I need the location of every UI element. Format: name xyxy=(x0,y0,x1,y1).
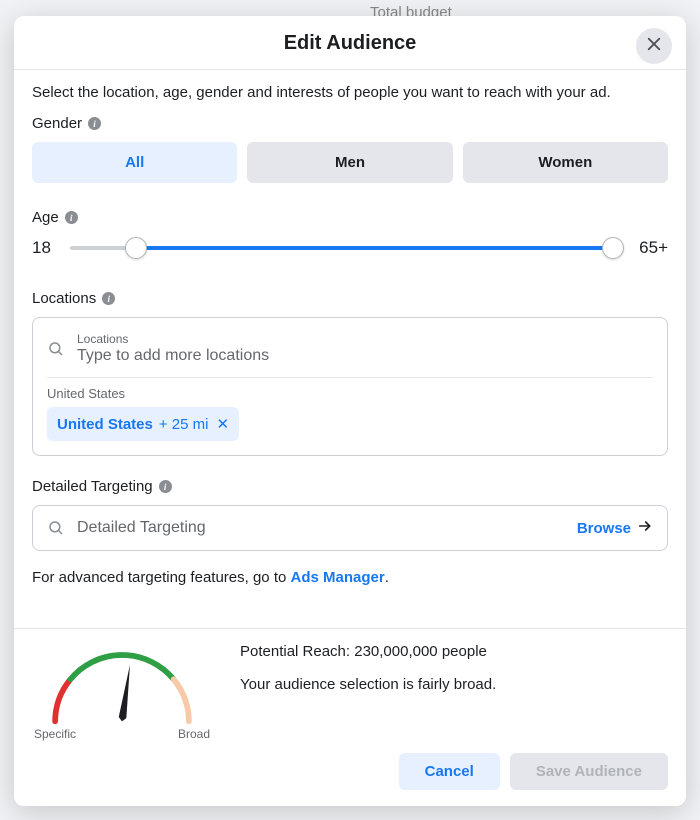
save-audience-button[interactable]: Save Audience xyxy=(510,753,668,790)
modal-title: Edit Audience xyxy=(14,32,686,55)
arrow-right-icon xyxy=(637,518,653,538)
age-label: Age i xyxy=(32,209,668,226)
gender-option-men[interactable]: Men xyxy=(247,142,452,183)
age-range-slider[interactable] xyxy=(70,236,624,260)
modal-header: Edit Audience xyxy=(14,16,686,70)
adv-note-suffix: . xyxy=(385,569,389,586)
detailed-targeting-card: Browse xyxy=(32,505,668,551)
age-min-value: 18 xyxy=(32,238,60,258)
divider xyxy=(47,377,653,378)
potential-reach: Potential Reach: 230,000,000 people xyxy=(240,643,496,660)
browse-text: Browse xyxy=(577,520,631,537)
browse-link[interactable]: Browse xyxy=(577,518,653,538)
slider-fill xyxy=(136,246,612,250)
locations-floating-label: Locations xyxy=(77,332,653,346)
adv-note-prefix: For advanced targeting features, go to xyxy=(32,569,291,586)
gender-segmented-control: All Men Women xyxy=(32,142,668,183)
info-icon[interactable]: i xyxy=(102,292,115,305)
cancel-button[interactable]: Cancel xyxy=(399,753,500,790)
locations-input-row: Locations xyxy=(47,328,653,373)
gauge-right-label: Broad xyxy=(178,727,210,741)
intro-text: Select the location, age, gender and int… xyxy=(32,84,668,101)
age-max-handle[interactable] xyxy=(602,237,624,259)
chip-name: United States xyxy=(57,416,153,433)
age-min-handle[interactable] xyxy=(125,237,147,259)
age-max-value: 65+ xyxy=(634,238,668,258)
close-button[interactable] xyxy=(636,28,672,64)
age-slider-row: 18 65+ xyxy=(32,236,668,260)
gender-option-all[interactable]: All xyxy=(32,142,237,183)
audience-gauge xyxy=(32,643,212,729)
gauge-left-label: Specific xyxy=(34,727,76,741)
locations-label: Locations i xyxy=(32,290,668,307)
reach-text: Potential Reach: 230,000,000 people Your… xyxy=(240,643,496,709)
gender-option-women[interactable]: Women xyxy=(463,142,668,183)
gender-label-text: Gender xyxy=(32,115,82,132)
reach-panel: Specific Broad Potential Reach: 230,000,… xyxy=(14,628,686,747)
search-icon xyxy=(47,340,65,358)
locations-country-label: United States xyxy=(47,386,653,401)
age-label-text: Age xyxy=(32,209,59,226)
locations-label-text: Locations xyxy=(32,290,96,307)
info-icon[interactable]: i xyxy=(159,480,172,493)
detailed-targeting-label: Detailed Targeting i xyxy=(32,478,668,495)
info-icon[interactable]: i xyxy=(65,211,78,224)
audience-breadth-note: Your audience selection is fairly broad. xyxy=(240,676,496,693)
chip-remove-icon[interactable]: ✕ xyxy=(216,415,229,433)
gauge-wrap: Specific Broad xyxy=(32,643,212,741)
gender-label: Gender i xyxy=(32,115,668,132)
locations-card: Locations United States United States + … xyxy=(32,317,668,456)
info-icon[interactable]: i xyxy=(88,117,101,130)
location-chip[interactable]: United States + 25 mi ✕ xyxy=(47,407,239,441)
modal-body: Select the location, age, gender and int… xyxy=(14,70,686,628)
close-icon xyxy=(645,35,663,58)
locations-input[interactable] xyxy=(77,347,653,365)
detailed-label-text: Detailed Targeting xyxy=(32,478,153,495)
advanced-targeting-note: For advanced targeting features, go to A… xyxy=(32,569,668,586)
edit-audience-modal: Edit Audience Select the location, age, … xyxy=(14,16,686,806)
search-icon xyxy=(47,519,65,537)
detailed-targeting-input[interactable] xyxy=(77,519,565,537)
chip-radius: + 25 mi xyxy=(159,416,209,433)
ads-manager-link[interactable]: Ads Manager xyxy=(291,569,385,586)
modal-footer: Cancel Save Audience xyxy=(14,747,686,806)
